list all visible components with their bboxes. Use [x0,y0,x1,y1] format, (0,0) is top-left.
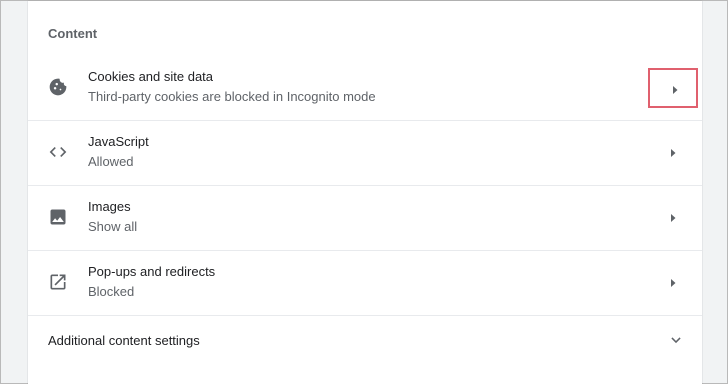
additional-content-settings[interactable]: Additional content settings [28,315,702,364]
cookies-row[interactable]: Cookies and site data Third-party cookie… [28,56,702,120]
images-title: Images [88,199,131,214]
javascript-title: JavaScript [88,134,149,149]
images-row[interactable]: Images Show all [28,185,702,250]
cookies-arrow-button[interactable] [648,68,698,108]
popups-arrow-button[interactable] [648,263,698,303]
code-icon [48,142,68,162]
images-subtitle: Show all [88,219,138,234]
arrow-right-icon [671,149,676,157]
javascript-subtitle: Allowed [88,154,134,169]
cookie-icon [48,77,68,97]
image-icon [48,207,68,227]
additional-content-settings-label: Additional content settings [48,333,200,348]
arrow-right-icon [673,86,678,94]
javascript-row[interactable]: JavaScript Allowed [28,120,702,185]
chevron-down-icon[interactable] [669,333,683,347]
cookies-title: Cookies and site data [88,69,214,84]
popups-title: Pop-ups and redirects [88,264,216,279]
window-frame: Content Cookies and site data Third-part… [0,0,728,384]
popups-subtitle: Blocked [88,284,135,299]
popups-row[interactable]: Pop-ups and redirects Blocked [28,250,702,315]
arrow-right-icon [671,279,676,287]
images-arrow-button[interactable] [648,198,698,238]
open-in-new-icon [48,272,68,292]
content-settings-card: Content Cookies and site data Third-part… [28,1,702,384]
arrow-right-icon [671,214,676,222]
cookies-subtitle: Third-party cookies are blocked in Incog… [88,89,376,104]
javascript-arrow-button[interactable] [648,133,698,173]
section-title: Content [48,26,98,41]
